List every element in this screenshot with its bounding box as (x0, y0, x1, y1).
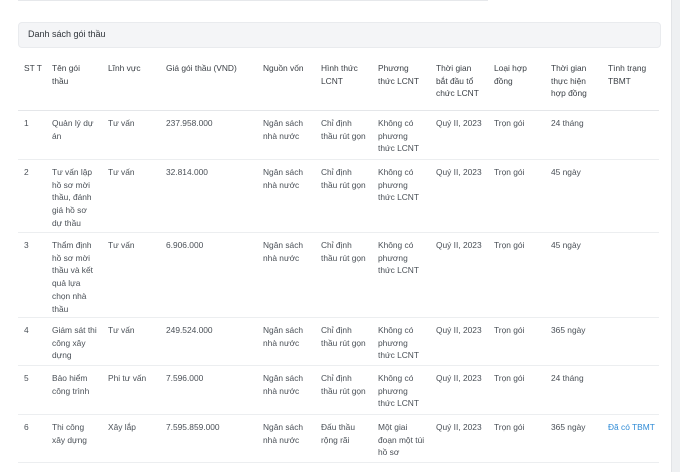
cell-funding: Ngân sách nhà nước (263, 240, 304, 263)
cell-selection-form: Chỉ định thầu rút gọn (321, 325, 366, 348)
table-header-row: ST T Tên gói thầu Lĩnh vực Giá gói thầu … (18, 56, 659, 111)
cell-status (602, 160, 659, 233)
cell-duration: 24 tháng (551, 373, 584, 383)
cell-package-name: Giám sát thi công xây dựng (52, 325, 97, 361)
col-header-contract-type: Loại hợp đồng (494, 63, 527, 86)
col-header-start-time: Thời gian bắt đầu tổ chức LCNT (436, 63, 479, 99)
cell-package-name: Tư vấn lập hồ sơ mời thầu, đánh giá hồ s… (52, 167, 93, 228)
cell-selection-method: Không có phương thức LCNT (378, 325, 419, 361)
cell-stt: 5 (24, 373, 29, 383)
cell-start-time: Quý II, 2023 (436, 325, 482, 335)
cell-field: Phi tư vấn (108, 373, 147, 383)
scrollbar-track[interactable] (671, 0, 680, 472)
cell-price: 249.524.000 (166, 325, 213, 335)
cell-stt: 4 (24, 325, 29, 335)
cell-status (602, 111, 659, 160)
cell-stt: 2 (24, 167, 29, 177)
cell-selection-form: Chỉ định thầu rút gọn (321, 118, 366, 141)
cell-duration: 365 ngày (551, 422, 586, 432)
cell-funding: Ngân sách nhà nước (263, 325, 304, 348)
cell-field: Xây lắp (108, 422, 136, 432)
col-header-selection-method: Phương thức LCNT (378, 63, 419, 86)
table-row: 1 Quản lý dự án Tư vấn 237.958.000 Ngân … (18, 111, 659, 160)
cell-stt: 1 (24, 118, 29, 128)
col-header-selection-form: Hình thức LCNT (321, 63, 358, 86)
cell-price: 7.596.000 (166, 373, 204, 383)
package-table: ST T Tên gói thầu Lĩnh vực Giá gói thầu … (18, 56, 659, 463)
col-header-stt: ST T (24, 63, 42, 73)
cell-price: 32.814.000 (166, 167, 208, 177)
cell-duration: 45 ngày (551, 167, 581, 177)
cell-contract-type: Trọn gói (494, 422, 525, 432)
cell-selection-method: Không có phương thức LCNT (378, 118, 419, 154)
cell-funding: Ngân sách nhà nước (263, 118, 304, 141)
col-header-field: Lĩnh vực (108, 63, 141, 73)
cell-field: Tư vấn (108, 167, 135, 177)
cell-duration: 365 ngày (551, 325, 586, 335)
cell-funding: Ngân sách nhà nước (263, 167, 304, 190)
table-row: 6 Thi công xây dựng Xây lắp 7.595.859.00… (18, 415, 659, 463)
cell-status (602, 233, 659, 318)
tbmt-status-link[interactable]: Đã có TBMT (602, 415, 659, 463)
cell-status (602, 366, 659, 415)
cell-selection-method: Một giai đoạn một túi hồ sơ (378, 422, 425, 458)
cell-selection-form: Đấu thầu rộng rãi (321, 422, 355, 445)
cell-price: 6.906.000 (166, 240, 204, 250)
cell-price: 237.958.000 (166, 118, 213, 128)
col-header-status: Tình trạng TBMT (608, 63, 647, 86)
cell-start-time: Quý II, 2023 (436, 167, 482, 177)
cell-contract-type: Trọn gói (494, 167, 525, 177)
cell-selection-method: Không có phương thức LCNT (378, 240, 419, 276)
cell-contract-type: Trọn gói (494, 118, 525, 128)
col-header-funding: Nguồn vốn (263, 63, 304, 73)
cell-start-time: Quý II, 2023 (436, 240, 482, 250)
col-header-price: Giá gói thầu (VND) (166, 63, 237, 73)
cell-contract-type: Trọn gói (494, 240, 525, 250)
cell-contract-type: Trọn gói (494, 373, 525, 383)
table-row: 4 Giám sát thi công xây dựng Tư vấn 249.… (18, 318, 659, 366)
cell-stt: 3 (24, 240, 29, 250)
cell-field: Tư vấn (108, 240, 135, 250)
cell-start-time: Quý II, 2023 (436, 373, 482, 383)
cell-duration: 45 ngày (551, 240, 581, 250)
cell-stt: 6 (24, 422, 29, 432)
cell-funding: Ngân sách nhà nước (263, 373, 304, 396)
table-row: 2 Tư vấn lập hồ sơ mời thầu, đánh giá hồ… (18, 160, 659, 233)
top-divider (18, 0, 488, 1)
cell-package-name: Bảo hiểm công trình (52, 373, 90, 396)
table-row: 5 Bảo hiểm công trình Phi tư vấn 7.596.0… (18, 366, 659, 415)
cell-contract-type: Trọn gói (494, 325, 525, 335)
cell-duration: 24 tháng (551, 118, 584, 128)
cell-package-name: Thi công xây dựng (52, 422, 87, 445)
cell-start-time: Quý II, 2023 (436, 118, 482, 128)
cell-status (602, 318, 659, 366)
table-row: 3 Thẩm định hồ sơ mời thầu và kết quả lự… (18, 233, 659, 318)
cell-package-name: Quản lý dự án (52, 118, 94, 141)
panel-title: Danh sách gói thầu (28, 29, 106, 39)
package-list-header: Danh sách gói thầu (18, 22, 661, 48)
cell-selection-form: Chỉ định thầu rút gọn (321, 167, 366, 190)
cell-funding: Ngân sách nhà nước (263, 422, 304, 445)
cell-package-name: Thẩm định hồ sơ mời thầu và kết quả lựa … (52, 240, 93, 314)
cell-selection-form: Chỉ định thầu rút gọn (321, 373, 366, 396)
cell-field: Tư vấn (108, 118, 135, 128)
cell-field: Tư vấn (108, 325, 135, 335)
col-header-duration: Thời gian thực hiện hợp đồng (551, 63, 587, 99)
col-header-package-name: Tên gói thầu (52, 63, 80, 86)
cell-start-time: Quý II, 2023 (436, 422, 482, 432)
cell-selection-form: Chỉ định thầu rút gọn (321, 240, 366, 263)
cell-price: 7.595.859.000 (166, 422, 220, 432)
cell-selection-method: Không có phương thức LCNT (378, 167, 419, 203)
cell-selection-method: Không có phương thức LCNT (378, 373, 419, 409)
